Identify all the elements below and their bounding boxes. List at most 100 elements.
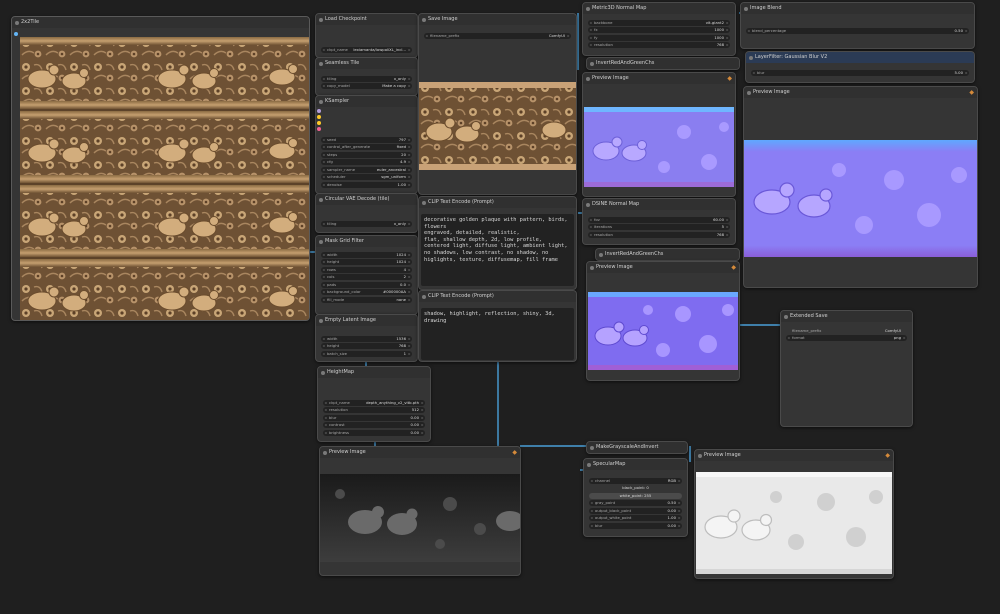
- collapse-dot-icon[interactable]: [586, 6, 590, 11]
- ckpt-name-widget[interactable]: ckpt_name lexiamanta/lowpoliXL_incl...: [321, 46, 412, 53]
- collapse-dot-icon[interactable]: [319, 99, 323, 104]
- circular-vae-decode-node[interactable]: Circular VAE Decode (tile) tiling x_only: [315, 193, 418, 233]
- metric3d-normal-header[interactable]: Metric3D Normal Map: [583, 3, 735, 14]
- negative-input-port[interactable]: [317, 121, 321, 125]
- gaussian-blur-header[interactable]: LayerFilter: Gaussian Blur V2: [746, 52, 974, 63]
- seamless-tile-node[interactable]: Seamless Tile tiling x_only copy_model Mak…: [315, 57, 418, 96]
- preview-specular-node[interactable]: Preview Image ◆: [694, 449, 894, 579]
- steps-widget[interactable]: steps 20: [321, 151, 412, 158]
- preview-normal-node-1[interactable]: Preview Image ◆: [582, 72, 736, 197]
- collapse-dot-icon[interactable]: [590, 445, 594, 450]
- empty-latent-header[interactable]: Empty Latent Image: [316, 315, 417, 326]
- pads-widget[interactable]: pads 0.0: [321, 281, 412, 288]
- tile-node-header[interactable]: 2x2Tile: [12, 17, 309, 28]
- specular-map-node[interactable]: SpecularMap channel RGB black_point: 0 wh…: [583, 458, 688, 537]
- positive-input-port[interactable]: [317, 115, 321, 119]
- cfg-widget[interactable]: cfg 4.9: [321, 159, 412, 165]
- output-black-point-widget[interactable]: output_black_point 0.00: [589, 507, 682, 514]
- blur-widget[interactable]: blur 0.00: [589, 522, 682, 529]
- preview-blend-header[interactable]: Preview Image ◆: [744, 87, 977, 98]
- preview-normal-header[interactable]: Preview Image ◆: [587, 262, 739, 273]
- collapse-dot-icon[interactable]: [422, 17, 426, 22]
- image-blend-node[interactable]: Image Blend blend_percentage 0.50: [740, 2, 975, 49]
- grayscale-invert-node[interactable]: MakeGrayscaleAndInvert: [586, 441, 688, 454]
- resolution-widget[interactable]: resolution 512: [323, 407, 425, 413]
- collapse-dot-icon[interactable]: [586, 76, 590, 81]
- invert-channels-node-1[interactable]: InvertRedAndGreenChs: [586, 57, 740, 70]
- tile-node[interactable]: 2x2Tile: [11, 16, 310, 321]
- contrast-widget[interactable]: contrast 0.00: [323, 422, 425, 428]
- extended-save-node[interactable]: Extended Save filename_prefix ComfyUI for…: [780, 310, 913, 427]
- clip-negative-node[interactable]: CLIP Text Encode (Prompt) shadow, highli…: [418, 290, 577, 362]
- collapse-dot-icon[interactable]: [586, 202, 590, 207]
- collapse-dot-icon[interactable]: [599, 252, 603, 257]
- cols-widget[interactable]: cols 2: [321, 274, 412, 280]
- ckpt-name-widget[interactable]: ckpt_name depth_anything_v2_vitb.pth: [323, 399, 425, 406]
- filename-prefix-widget[interactable]: filename_prefix ComfyUI: [786, 328, 907, 334]
- collapse-dot-icon[interactable]: [323, 450, 327, 455]
- positive-prompt-textarea[interactable]: decorative golden plaque with pattern, b…: [421, 214, 574, 286]
- tiling-widget[interactable]: tiling x_only: [321, 75, 412, 82]
- latent-input-port[interactable]: [317, 127, 321, 131]
- gray-point-widget[interactable]: gray_point 0.50: [589, 500, 682, 506]
- empty-latent-node[interactable]: Empty Latent Image width 1536 height 768 b…: [315, 314, 418, 362]
- seamless-tile-header[interactable]: Seamless Tile: [316, 58, 417, 69]
- clip-positive-node[interactable]: CLIP Text Encode (Prompt) decorative gol…: [418, 196, 577, 290]
- preview-height-node[interactable]: Preview Image ◆: [319, 446, 521, 576]
- pin-icon[interactable]: ◆: [969, 87, 974, 98]
- collapse-dot-icon[interactable]: [590, 61, 594, 66]
- collapse-dot-icon[interactable]: [698, 453, 702, 458]
- collapse-dot-icon[interactable]: [749, 55, 753, 60]
- collapse-dot-icon[interactable]: [744, 6, 748, 11]
- invert-channels-header[interactable]: InvertRedAndGreenChs: [587, 58, 739, 69]
- preview-specular-header[interactable]: Preview Image ◆: [695, 450, 893, 461]
- load-checkpoint-header[interactable]: Load Checkpoint: [316, 14, 417, 25]
- collapse-dot-icon[interactable]: [590, 265, 594, 270]
- save-image-header[interactable]: Save Image: [419, 14, 576, 25]
- image-blend-header[interactable]: Image Blend: [741, 3, 974, 14]
- ksampler-node[interactable]: KSampler seed 797 control_after_generate f…: [315, 95, 418, 194]
- collapse-dot-icon[interactable]: [321, 370, 325, 375]
- collapse-dot-icon[interactable]: [784, 314, 788, 319]
- model-input-port[interactable]: [317, 109, 321, 113]
- preview-blend-node[interactable]: Preview Image ◆: [743, 86, 978, 288]
- blend-percentage-widget[interactable]: blend_percentage 0.50: [746, 27, 969, 34]
- mask-grid-filter-header[interactable]: Mask Grid Filter: [316, 236, 417, 247]
- copy-model-widget[interactable]: copy_model Make a copy: [321, 83, 412, 89]
- collapse-dot-icon[interactable]: [319, 197, 323, 202]
- pin-icon[interactable]: ◆: [731, 262, 736, 273]
- resolution-widget[interactable]: resolution 768: [588, 42, 730, 48]
- brightness-widget[interactable]: brightness 0.00: [323, 429, 425, 436]
- pin-icon[interactable]: ◆: [512, 447, 517, 458]
- white-point-button[interactable]: white_point: 255: [589, 492, 682, 499]
- invert-channels-header[interactable]: InvertRedAndGreenChs: [596, 249, 739, 260]
- format-widget[interactable]: format png: [786, 335, 907, 341]
- heightmap-node[interactable]: HeightMap ckpt_name depth_anything_v2_vit…: [317, 366, 431, 442]
- save-image-node[interactable]: Save Image filename_prefix ComfyUI: [418, 13, 577, 195]
- filename-prefix-widget[interactable]: filename_prefix ComfyUI: [424, 32, 571, 39]
- scheduler-widget[interactable]: scheduler sgm_uniform: [321, 174, 412, 180]
- batch-size-widget[interactable]: batch_size 1: [321, 350, 412, 357]
- channel-widget[interactable]: channel RGB: [589, 477, 682, 484]
- dsine-normal-node[interactable]: DSINE Normal Map fov 60.00 iterations 5 re…: [582, 198, 736, 245]
- background-color-widget[interactable]: background_color #000000AA: [321, 289, 412, 295]
- fy-widget[interactable]: fy 1000: [588, 34, 730, 41]
- invert-channels-node-2[interactable]: InvertRedAndGreenChs: [595, 248, 740, 261]
- backbone-widget[interactable]: backbone vit-giant2: [588, 19, 730, 26]
- clip-positive-header[interactable]: CLIP Text Encode (Prompt): [419, 197, 576, 208]
- negative-prompt-textarea[interactable]: shadow, highlight, reflection, shiny, 3d…: [421, 308, 574, 360]
- circular-vae-decode-header[interactable]: Circular VAE Decode (tile): [316, 194, 417, 205]
- dsine-normal-header[interactable]: DSINE Normal Map: [583, 199, 735, 210]
- extended-save-header[interactable]: Extended Save: [781, 311, 912, 322]
- width-widget[interactable]: width 1024: [321, 251, 412, 258]
- blur-widget[interactable]: blur 5.00: [751, 69, 969, 76]
- output-white-point-widget[interactable]: output_white_point 1.00: [589, 515, 682, 521]
- iterations-widget[interactable]: iterations 5: [588, 224, 730, 230]
- heightmap-header[interactable]: HeightMap: [318, 367, 430, 378]
- fov-widget[interactable]: fov 60.00: [588, 216, 730, 223]
- sampler-name-widget[interactable]: sampler_name euler_ancestral: [321, 166, 412, 173]
- fill-mode-widget[interactable]: fill_mode none: [321, 296, 412, 303]
- height-widget[interactable]: height 768: [321, 343, 412, 349]
- preview-normal-node-2[interactable]: Preview Image ◆: [586, 261, 740, 381]
- preview-normal-header[interactable]: Preview Image ◆: [583, 73, 735, 84]
